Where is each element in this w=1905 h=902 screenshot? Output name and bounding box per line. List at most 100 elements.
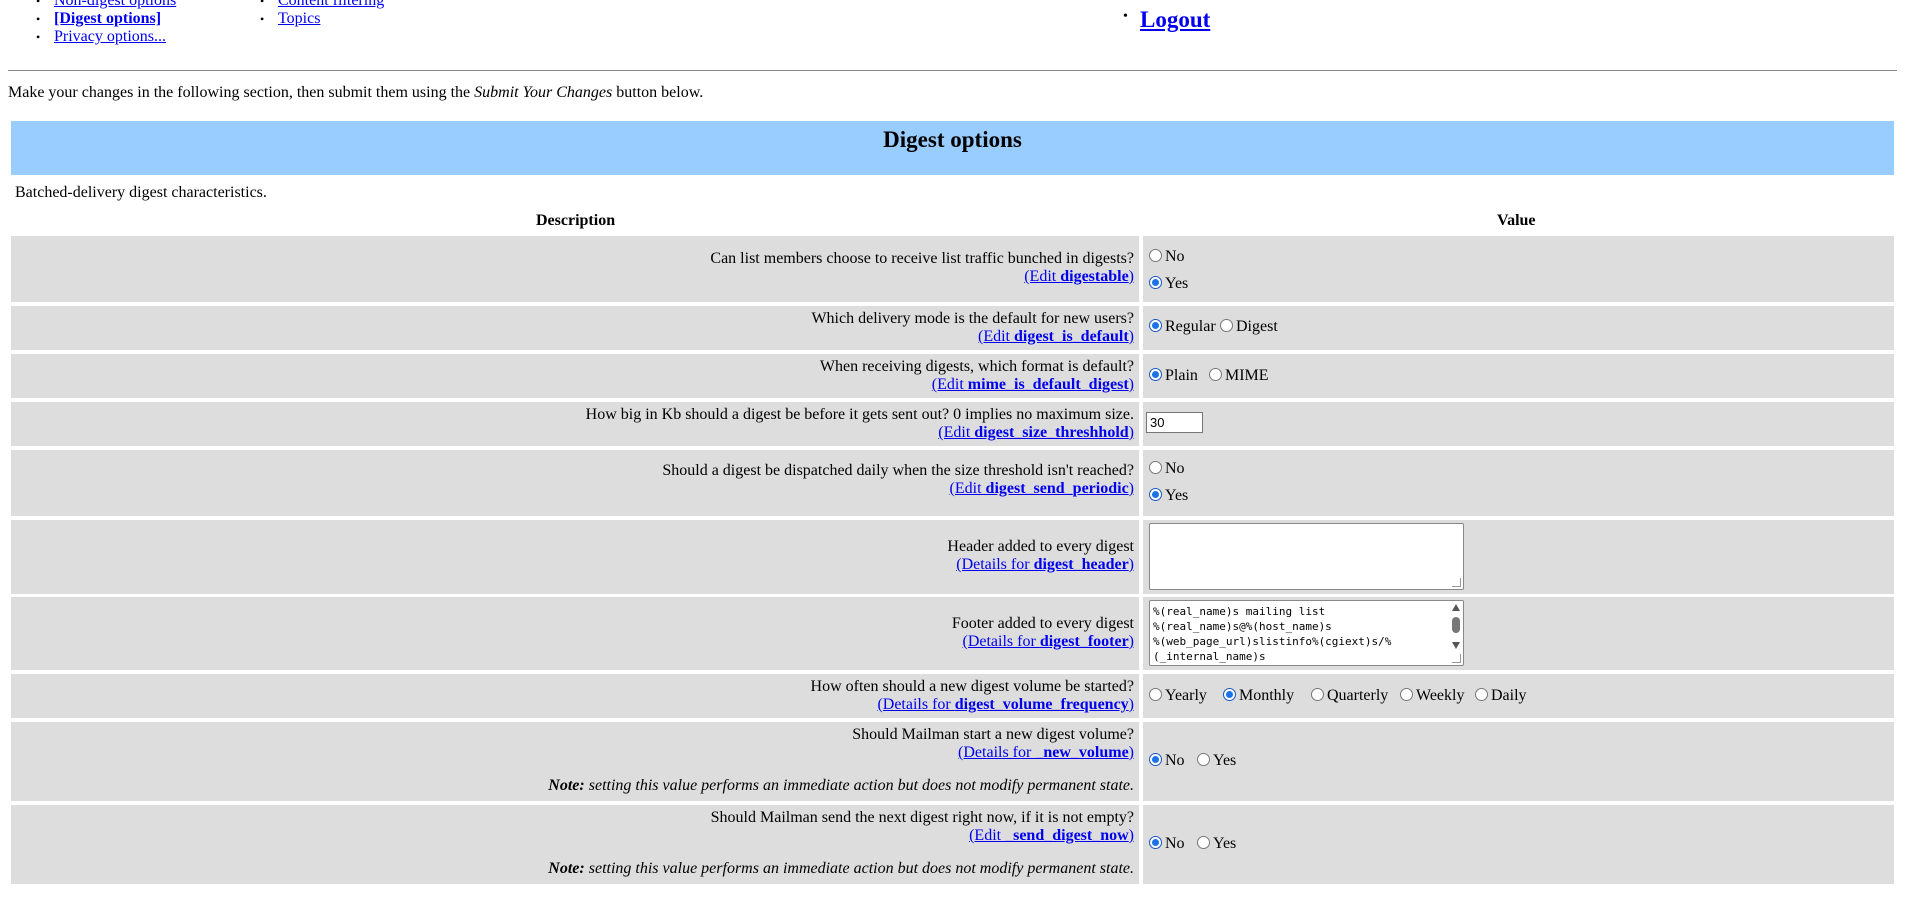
radio-option-weekly[interactable]: Weekly [1400,687,1464,705]
radio-button-selected[interactable] [1149,488,1162,501]
details-link-prefix: (Details for [956,556,1034,573]
description-cell: How often should a new digest volume be … [11,674,1139,718]
value-cell: Plain MIME [1143,354,1894,398]
note-text: setting this value performs an immediate… [584,860,1134,877]
edit-link-suffix: ) [1128,480,1134,497]
edit-link-prefix: (Edit [969,827,1006,844]
nav-item[interactable]: Non-digest options [36,0,176,10]
radio-button[interactable] [1475,688,1488,701]
digest-size-threshhold-input[interactable] [1146,412,1203,433]
radio-button[interactable] [1149,688,1162,701]
radio-option-no[interactable]: No [1149,248,1185,266]
description-cell: Should a digest be dispatched daily when… [11,450,1139,516]
radio-button[interactable] [1311,688,1324,701]
radio-label: No [1165,460,1185,477]
nav-item[interactable]: Content filtering [260,0,384,10]
radio-option-monthly[interactable]: Monthly [1223,687,1294,705]
radio-option-daily[interactable]: Daily [1475,687,1527,705]
description-text: Should Mailman start a new digest volume… [852,726,1134,762]
radio-button-selected[interactable] [1223,688,1236,701]
edit-link-digestable[interactable]: (Edit digestable) [1024,268,1134,285]
scroll-up-arrow-icon[interactable] [1452,604,1460,611]
radio-option-no[interactable]: No [1149,752,1185,770]
radio-option-no[interactable]: No [1149,460,1185,478]
radio-option-no[interactable]: No [1149,835,1185,853]
radio-option-plain[interactable]: Plain [1149,367,1198,385]
radio-button[interactable] [1400,688,1413,701]
option-row-digest-send-periodic: Should a digest be dispatched daily when… [11,450,1894,516]
nav-item[interactable]: Topics [260,10,384,28]
edit-link-mime-is-default-digest[interactable]: (Edit mime_is_default_digest) [932,376,1134,393]
radio-button-selected[interactable] [1149,276,1162,289]
value-cell: No Yes [1143,450,1894,516]
option-row-digest-volume-frequency: How often should a new digest volume be … [11,674,1894,718]
edit-link-digest-send-periodic[interactable]: (Edit digest_send_periodic) [950,480,1134,497]
description-text: How often should a new digest volume be … [811,678,1134,714]
edit-link-variable: mime_is_default_digest [967,376,1129,393]
radio-option-quarterly[interactable]: Quarterly [1311,687,1388,705]
textarea-line: %(real_name)s@%(host_name)s [1153,620,1332,633]
question-text: Should Mailman send the next digest righ… [710,809,1134,826]
radio-option-yes[interactable]: Yes [1149,487,1188,505]
nav-link-digest-options[interactable]: [Digest options] [54,10,161,27]
radio-button[interactable] [1149,249,1162,262]
nav-link-content-filtering[interactable]: Content filtering [278,0,384,9]
radio-option-regular[interactable]: Regular [1149,318,1216,336]
question-text: Should a digest be dispatched daily when… [662,462,1134,479]
radio-button[interactable] [1149,461,1162,474]
radio-option-yes[interactable]: Yes [1197,752,1236,770]
description-cell: Which delivery mode is the default for n… [11,306,1139,350]
radio-option-yearly[interactable]: Yearly [1149,687,1207,705]
divider [8,70,1897,71]
edit-link-digest-is-default[interactable]: (Edit digest_is_default) [978,328,1134,345]
radio-button[interactable] [1197,836,1210,849]
radio-option-mime[interactable]: MIME [1209,367,1269,385]
logout-link[interactable]: Logout [1123,7,1210,33]
option-row-digest-is-default: Which delivery mode is the default for n… [11,306,1894,350]
details-link-prefix: (Details for [962,633,1040,650]
digest-footer-textarea[interactable]: %(real_name)s mailing list %(real_name)s… [1149,600,1464,666]
column-header-value: Value [1497,212,1536,229]
radio-button[interactable] [1220,319,1233,332]
radio-button[interactable] [1197,753,1210,766]
description-text: Header added to every digest (Details fo… [947,538,1134,574]
nav-item-current[interactable]: [Digest options] [36,10,176,28]
radio-label: Yearly [1165,687,1207,704]
details-link-variable: digest_footer [1039,633,1129,650]
radio-button[interactable] [1209,368,1222,381]
section-subtitle: Batched-delivery digest characteristics. [15,184,267,201]
radio-option-yes[interactable]: Yes [1149,275,1188,293]
details-link-digest-volume-frequency[interactable]: (Details for digest_volume_frequency) [877,696,1134,713]
nav-item[interactable]: Privacy options... [36,28,176,46]
column-header-description: Description [536,212,616,229]
radio-button-selected[interactable] [1149,319,1162,332]
radio-button-selected[interactable] [1149,836,1162,849]
nav-link-non-digest-options[interactable]: Non-digest options [54,0,176,9]
details-link-digest-header[interactable]: (Details for digest_header) [956,556,1134,573]
radio-label: MIME [1225,367,1269,384]
value-cell [1143,520,1894,594]
resize-grip-icon[interactable] [1452,578,1461,587]
details-link-prefix: (Details for [958,744,1036,761]
radio-option-yes[interactable]: Yes [1197,835,1236,853]
radio-option-digest[interactable]: Digest [1220,318,1278,336]
section-title: Digest options [883,127,1022,152]
details-link-digest-footer[interactable]: (Details for digest_footer) [963,633,1135,650]
radio-label: Monthly [1239,687,1295,704]
edit-link-send-digest-now[interactable]: (Edit _send_digest_now) [969,827,1134,844]
radio-button-selected[interactable] [1149,753,1162,766]
resize-grip-icon[interactable] [1452,654,1461,663]
nav-link-topics[interactable]: Topics [278,10,320,27]
details-link-new-volume[interactable]: (Details for _new_volume) [958,744,1134,761]
edit-link-digest-size-threshhold[interactable]: (Edit digest_size_threshhold) [938,424,1134,441]
radio-label: Digest [1236,318,1278,335]
description-cell: How big in Kb should a digest be before … [11,402,1139,446]
scroll-down-arrow-icon[interactable] [1452,642,1460,649]
digest-header-textarea[interactable] [1149,523,1464,590]
edit-link-suffix: ) [1128,328,1134,345]
radio-button-selected[interactable] [1149,368,1162,381]
immediate-action-note: Note: setting this value performs an imm… [548,777,1134,795]
nav-link-privacy-options[interactable]: Privacy options... [54,28,166,45]
description-cell: Footer added to every digest (Details fo… [11,597,1139,670]
scrollbar-thumb[interactable] [1452,617,1460,633]
